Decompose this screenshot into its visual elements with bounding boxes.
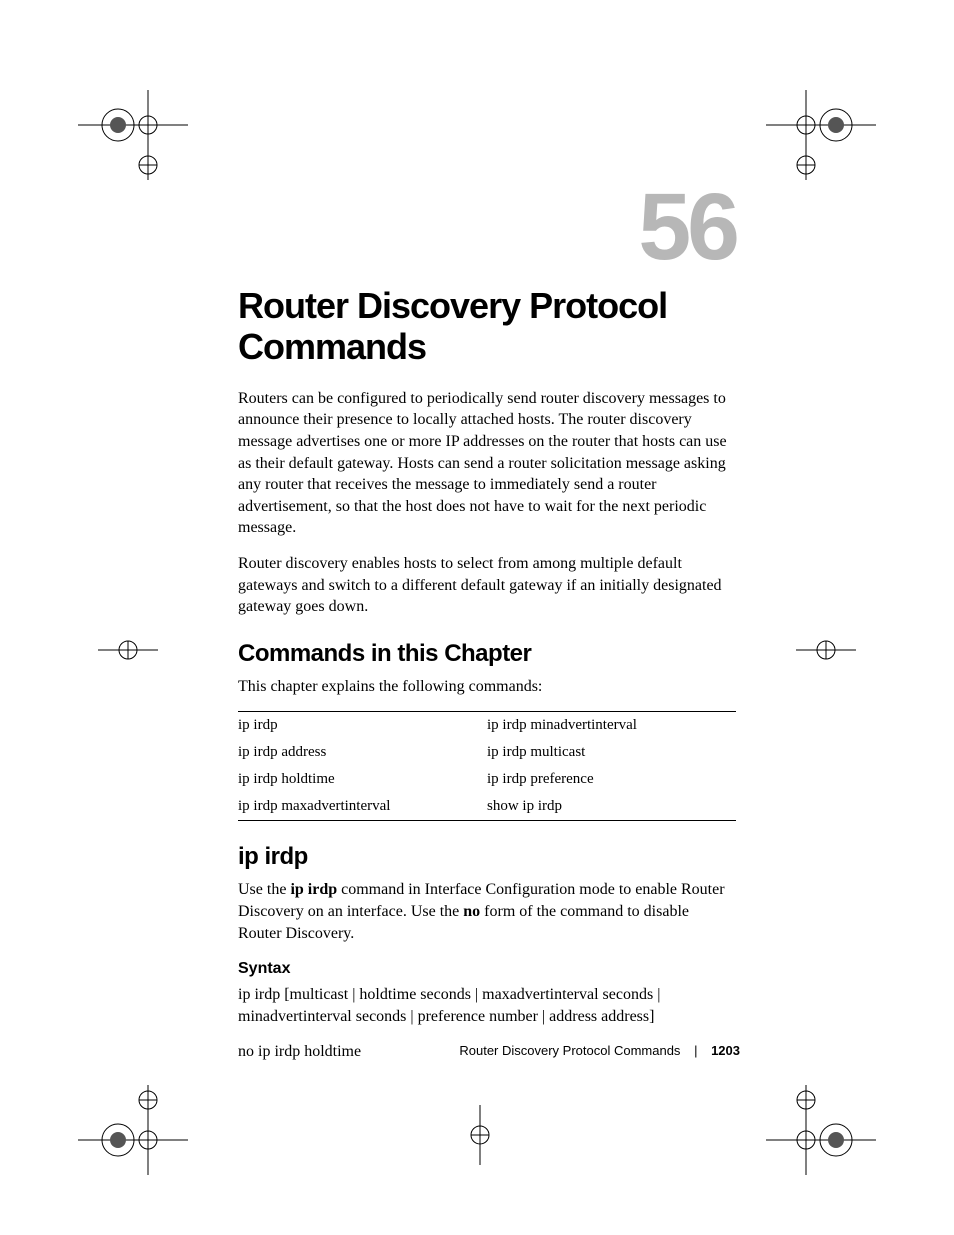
cmd-cell[interactable]: ip irdp holdtime (238, 766, 487, 793)
crop-mark-icon (98, 630, 158, 670)
cmd-cell[interactable]: show ip irdp (487, 793, 736, 821)
footer-title: Router Discovery Protocol Commands (459, 1043, 680, 1058)
chapter-number: 56 (238, 180, 736, 275)
cmd-cell[interactable]: ip irdp minadvertinterval (487, 712, 736, 740)
cmd-cell[interactable]: ip irdp (238, 712, 487, 740)
cmd-cell[interactable]: ip irdp address (238, 739, 487, 766)
page-number: 1203 (711, 1043, 740, 1058)
commands-heading: Commands in this Chapter (238, 640, 736, 668)
table-row: ip irdp maxadvertinterval show ip irdp (238, 793, 736, 821)
separator-icon: | (694, 1043, 697, 1058)
commands-table: ip irdp ip irdp minadvertinterval ip ird… (238, 711, 736, 821)
crop-mark-icon (766, 90, 876, 180)
text: Use the (238, 881, 290, 898)
page-footer: Router Discovery Protocol Commands | 120… (459, 1043, 740, 1058)
syntax-heading: Syntax (238, 960, 736, 978)
chapter-title: Router Discovery Protocol Commands (238, 285, 736, 368)
table-row: ip irdp holdtime ip irdp preference (238, 766, 736, 793)
crop-mark-icon (78, 1085, 188, 1175)
crop-mark-icon (78, 90, 188, 180)
table-row: ip irdp ip irdp minadvertinterval (238, 712, 736, 740)
crop-mark-icon (766, 1085, 876, 1175)
table-row: ip irdp address ip irdp multicast (238, 739, 736, 766)
ip-irdp-description: Use the ip irdp command in Interface Con… (238, 879, 736, 944)
cmd-cell[interactable]: ip irdp maxadvertinterval (238, 793, 487, 821)
commands-intro: This chapter explains the following comm… (238, 676, 736, 698)
crop-mark-icon (450, 1105, 510, 1165)
intro-paragraph-2: Router discovery enables hosts to select… (238, 553, 736, 618)
cmd-cell[interactable]: ip irdp multicast (487, 739, 736, 766)
syntax-line: ip irdp [multicast | holdtime seconds | … (238, 984, 736, 1027)
intro-paragraph-1: Routers can be configured to periodicall… (238, 388, 736, 539)
cmd-keyword: no (463, 903, 480, 920)
crop-mark-icon (796, 630, 856, 670)
page-content: 56 Router Discovery Protocol Commands Ro… (238, 180, 736, 1077)
cmd-name: ip irdp (290, 881, 337, 898)
cmd-cell[interactable]: ip irdp preference (487, 766, 736, 793)
ip-irdp-heading: ip irdp (238, 843, 736, 871)
